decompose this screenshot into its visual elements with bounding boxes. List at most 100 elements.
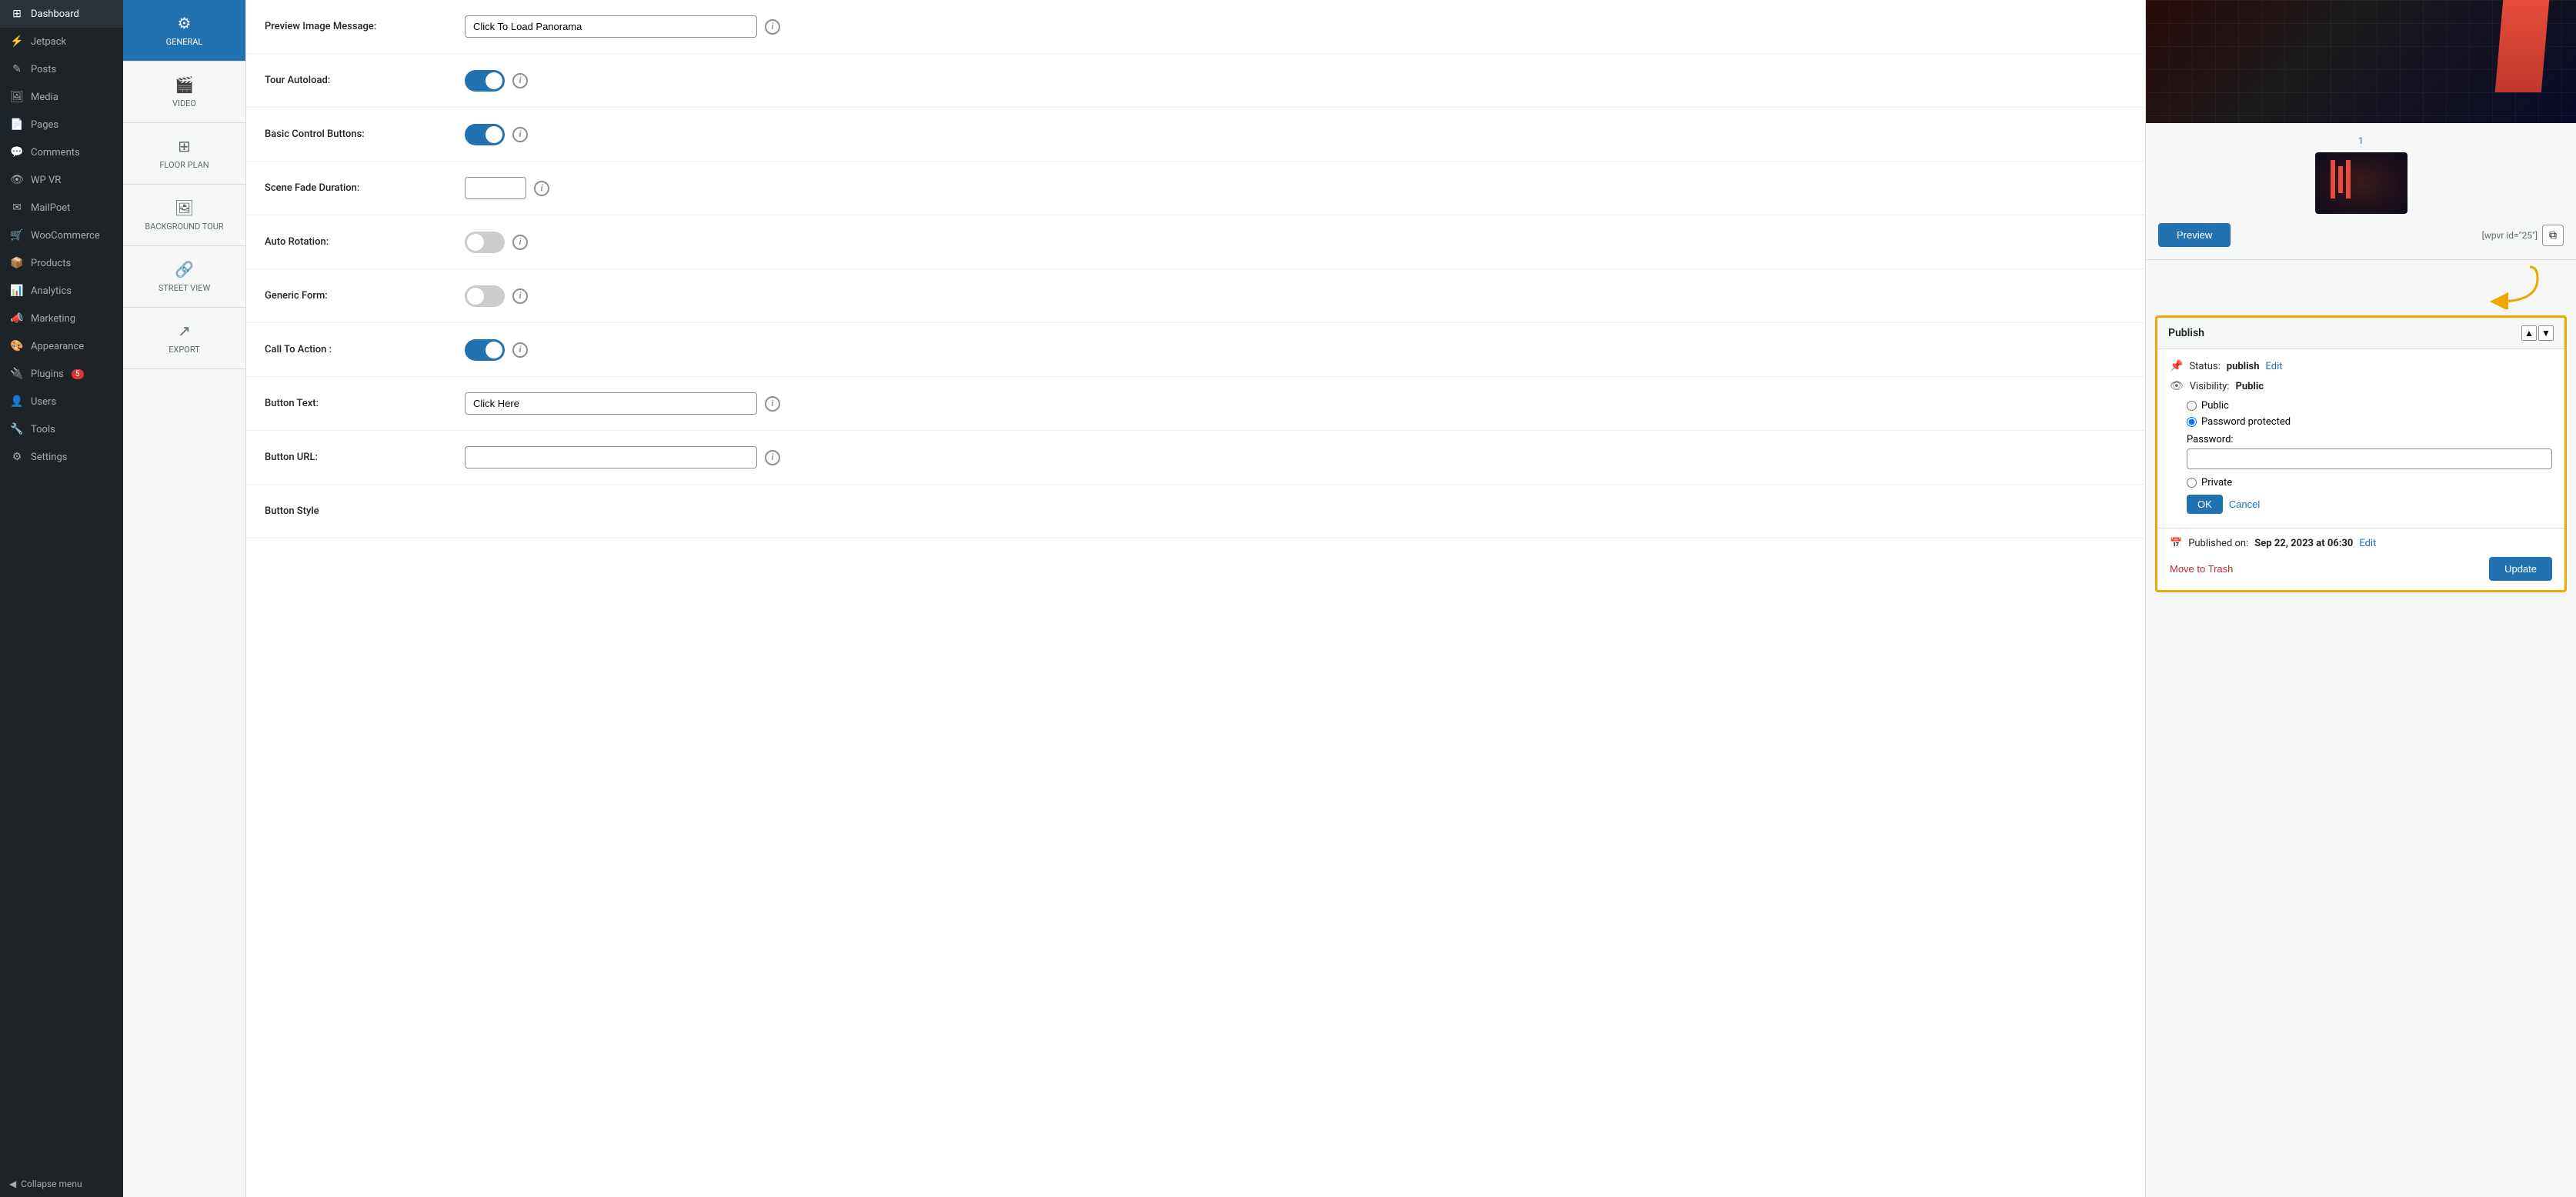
collapse-menu-button[interactable]: ◀ Collapse menu (0, 1171, 123, 1197)
sidebar-item-appearance[interactable]: 🎨 Appearance (0, 332, 123, 360)
generic-form-label: Generic Form: (265, 290, 465, 302)
pages-icon: 📄 (9, 118, 25, 131)
password-input[interactable] (2187, 448, 2552, 469)
marketing-icon: 📣 (9, 312, 25, 325)
button-text-info-icon[interactable]: i (765, 396, 780, 412)
calendar-icon: 📅 (2170, 538, 2182, 549)
button-url-control: i (465, 446, 2127, 468)
scene-controls: Preview [wpvr id="25"] ⧉ (2158, 223, 2564, 247)
ok-cancel-row: OK Cancel (2170, 495, 2552, 514)
button-url-label: Button URL: (265, 452, 465, 463)
sidebar-item-woocommerce[interactable]: 🛒 WooCommerce (0, 222, 123, 249)
button-style-label: Button Style (265, 505, 465, 517)
radio-public[interactable]: Public (2187, 400, 2552, 412)
published-date-row: 📅 Published on: Sep 22, 2023 at 06:30 Ed… (2170, 538, 2552, 549)
sidebar-item-mailpoet[interactable]: ✉ MailPoet (0, 194, 123, 222)
scene-fade-duration-input[interactable] (465, 177, 526, 199)
basic-control-buttons-info-icon[interactable]: i (512, 127, 528, 142)
preview-image-message-row: Preview Image Message: i (246, 0, 2145, 54)
left-panel-item-video[interactable]: 🎬 VIDEO (123, 62, 245, 123)
copy-shortcode-button[interactable]: ⧉ (2542, 225, 2564, 246)
sidebar-item-settings[interactable]: ⚙ Settings (0, 443, 123, 471)
sidebar: ⊞ Dashboard ⚡ Jetpack ✎ Posts 🖼 Media 📄 … (0, 0, 123, 1197)
generic-form-info-icon[interactable]: i (512, 288, 528, 304)
radio-private[interactable]: Private (2187, 477, 2552, 488)
publish-box: Publish ▲ ▼ 📌 Status: publish Edit 👁 Vis… (2155, 315, 2567, 592)
background-tour-icon: 🖼 (175, 198, 194, 217)
basic-control-buttons-toggle[interactable] (465, 124, 505, 145)
update-button[interactable]: Update (2489, 557, 2552, 581)
publish-collapse-up-button[interactable]: ▲ (2521, 325, 2537, 341)
sidebar-item-comments[interactable]: 💬 Comments (0, 138, 123, 166)
preview-button[interactable]: Preview (2158, 223, 2231, 247)
red-banner-decoration (2495, 0, 2549, 92)
tour-autoload-control: i (465, 70, 2127, 92)
cancel-button[interactable]: Cancel (2229, 495, 2260, 514)
sidebar-item-users[interactable]: 👤 Users (0, 388, 123, 415)
auto-rotation-toggle[interactable] (465, 232, 505, 253)
sidebar-item-tools[interactable]: 🔧 Tools (0, 415, 123, 443)
scene-fade-duration-row: Scene Fade Duration: i (246, 162, 2145, 215)
right-panel: 1 Preview [wpvr id="25"] ⧉ (2145, 0, 2576, 1197)
auto-rotation-info-icon[interactable]: i (512, 235, 528, 250)
left-panel-item-background-tour[interactable]: 🖼 BACKGROUND TOUR (123, 185, 245, 246)
left-panel-item-general[interactable]: ⚙ GENERAL (123, 0, 245, 62)
analytics-icon: 📊 (9, 285, 25, 297)
tour-autoload-toggle[interactable] (465, 70, 505, 92)
sidebar-item-media[interactable]: 🖼 Media (0, 83, 123, 111)
sidebar-item-dashboard[interactable]: ⊞ Dashboard (0, 0, 123, 28)
sidebar-item-products[interactable]: 📦 Products (0, 249, 123, 277)
tour-autoload-info-icon[interactable]: i (512, 73, 528, 88)
published-date-value: Sep 22, 2023 at 06:30 (2254, 538, 2353, 549)
left-panel-item-floor-plan[interactable]: ⊞ FLOOR PLAN (123, 123, 245, 185)
preview-image-message-info-icon[interactable]: i (765, 19, 780, 35)
plugins-badge: 5 (72, 369, 84, 379)
button-text-input[interactable] (465, 392, 757, 415)
move-to-trash-button[interactable]: Move to Trash (2170, 563, 2233, 575)
call-to-action-toggle[interactable] (465, 339, 505, 361)
sidebar-item-marketing[interactable]: 📣 Marketing (0, 305, 123, 332)
published-date-edit-link[interactable]: Edit (2359, 538, 2376, 549)
status-value: publish (2227, 361, 2260, 372)
scene-fade-duration-info-icon[interactable]: i (534, 181, 549, 196)
sidebar-item-jetpack[interactable]: ⚡ Jetpack (0, 28, 123, 55)
publish-body: 📌 Status: publish Edit 👁 Visibility: Pub… (2157, 349, 2564, 528)
status-label: Status: (2189, 361, 2220, 372)
left-panel-item-street-view[interactable]: 🔗 STREET VIEW (123, 246, 245, 308)
sidebar-item-pages[interactable]: 📄 Pages (0, 111, 123, 138)
jetpack-icon: ⚡ (9, 35, 25, 48)
button-url-input[interactable] (465, 446, 757, 468)
scene-thumbnail[interactable] (2315, 152, 2407, 214)
collapse-icon: ◀ (9, 1179, 16, 1189)
sidebar-item-analytics[interactable]: 📊 Analytics (0, 277, 123, 305)
sidebar-item-wp-vr[interactable]: 👁 WP VR (0, 166, 123, 194)
basic-control-buttons-control: i (465, 124, 2127, 145)
preview-image-message-label: Preview Image Message: (265, 21, 465, 32)
sidebar-item-plugins[interactable]: 🔌 Plugins 5 (0, 360, 123, 388)
left-panel-item-export[interactable]: ↗ EXPORT (123, 308, 245, 369)
preview-image-area (2146, 0, 2576, 123)
auto-rotation-control: i (465, 232, 2127, 253)
publish-actions: Move to Trash Update (2170, 557, 2552, 581)
status-edit-link[interactable]: Edit (2266, 361, 2283, 372)
call-to-action-info-icon[interactable]: i (512, 342, 528, 358)
sidebar-item-posts[interactable]: ✎ Posts (0, 55, 123, 83)
shortcode-area: [wpvr id="25"] ⧉ (2482, 225, 2564, 246)
basic-control-buttons-label: Basic Control Buttons: (265, 128, 465, 140)
button-url-info-icon[interactable]: i (765, 450, 780, 465)
radio-password-protected[interactable]: Password protected (2187, 416, 2552, 428)
publish-title: Publish (2168, 327, 2204, 339)
generic-form-toggle[interactable] (465, 285, 505, 307)
preview-image-message-input[interactable] (465, 15, 757, 38)
settings-icon: ⚙ (9, 451, 25, 463)
wp-vr-icon: 👁 (9, 174, 25, 186)
main-content: Preview Image Message: i Tour Autoload: … (246, 0, 2145, 1197)
publish-collapse-buttons: ▲ ▼ (2521, 325, 2554, 341)
ok-button[interactable]: OK (2187, 495, 2223, 514)
button-url-row: Button URL: i (246, 431, 2145, 485)
woocommerce-icon: 🛒 (9, 229, 25, 242)
tour-autoload-label: Tour Autoload: (265, 75, 465, 86)
publish-collapse-down-button[interactable]: ▼ (2538, 325, 2554, 341)
button-style-row: Button Style (246, 485, 2145, 538)
appearance-icon: 🎨 (9, 340, 25, 352)
